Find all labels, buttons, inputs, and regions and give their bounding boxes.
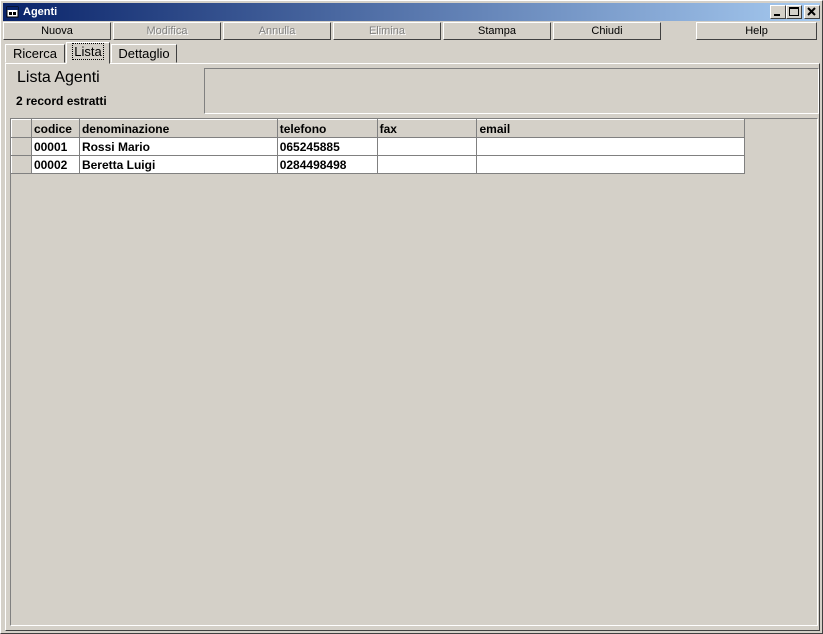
agenti-grid[interactable]: codice denominazione telefono fax email 00001… <box>10 118 818 626</box>
cell-telefono[interactable]: 0284498498 <box>276 155 378 174</box>
cell-denominazione[interactable]: Rossi Mario <box>78 137 278 156</box>
tab-label: Ricerca <box>12 46 58 61</box>
cell-email[interactable] <box>476 155 745 174</box>
close-button[interactable] <box>804 5 820 19</box>
column-header-fax[interactable]: fax <box>376 119 478 138</box>
cell-telefono[interactable]: 065245885 <box>276 137 378 156</box>
cell-email[interactable] <box>476 137 745 156</box>
row-selector[interactable] <box>11 155 32 174</box>
column-header-email[interactable]: email <box>476 119 745 138</box>
cell-codice[interactable]: 00001 <box>30 137 80 156</box>
column-header-denominazione[interactable]: denominazione <box>78 119 278 138</box>
table-row[interactable]: 00001 Rossi Mario 065245885 <box>11 137 745 156</box>
table-header-row: codice denominazione telefono fax email <box>11 119 745 138</box>
minimize-icon <box>774 14 780 16</box>
modifica-button[interactable]: Modifica <box>113 22 221 40</box>
agenti-table: codice denominazione telefono fax email 00001… <box>11 119 745 174</box>
row-selector[interactable] <box>11 137 32 156</box>
cell-codice[interactable]: 00002 <box>30 155 80 174</box>
cell-fax[interactable] <box>376 137 478 156</box>
stampa-button[interactable]: Stampa <box>443 22 551 40</box>
column-header-telefono[interactable]: telefono <box>276 119 378 138</box>
row-selector-header[interactable] <box>11 119 32 138</box>
app-icon <box>6 6 19 18</box>
agenti-window: Agenti Nuova Modifica Annulla Elimina Stampa… <box>0 0 823 634</box>
window-title: Agenti <box>23 6 58 18</box>
annulla-button[interactable]: Annulla <box>223 22 331 40</box>
table-row[interactable]: 00002 Beretta Luigi 0284498498 <box>11 155 745 174</box>
maximize-icon <box>789 7 799 16</box>
info-box <box>204 68 819 114</box>
toolbar: Nuova Modifica Annulla Elimina Stampa Chiudi H… <box>3 22 820 40</box>
elimina-button[interactable]: Elimina <box>333 22 441 40</box>
list-title: Lista Agenti <box>17 69 100 86</box>
help-button[interactable]: Help <box>696 22 817 40</box>
record-count: 2 record estratti <box>16 94 107 108</box>
nuova-button[interactable]: Nuova <box>3 22 111 40</box>
close-icon <box>807 7 816 16</box>
tab-lista[interactable]: Lista <box>66 42 110 64</box>
tab-label: Dettaglio <box>118 46 170 61</box>
cell-fax[interactable] <box>376 155 478 174</box>
cell-denominazione[interactable]: Beretta Luigi <box>78 155 278 174</box>
tab-ricerca[interactable]: Ricerca <box>5 44 65 63</box>
maximize-button[interactable] <box>786 5 802 19</box>
tab-dettaglio[interactable]: Dettaglio <box>111 44 177 63</box>
minimize-button[interactable] <box>770 5 786 19</box>
column-header-codice[interactable]: codice <box>30 119 80 138</box>
chiudi-button[interactable]: Chiudi <box>553 22 661 40</box>
tab-label: Lista <box>72 43 104 60</box>
title-bar[interactable]: Agenti <box>3 3 820 21</box>
